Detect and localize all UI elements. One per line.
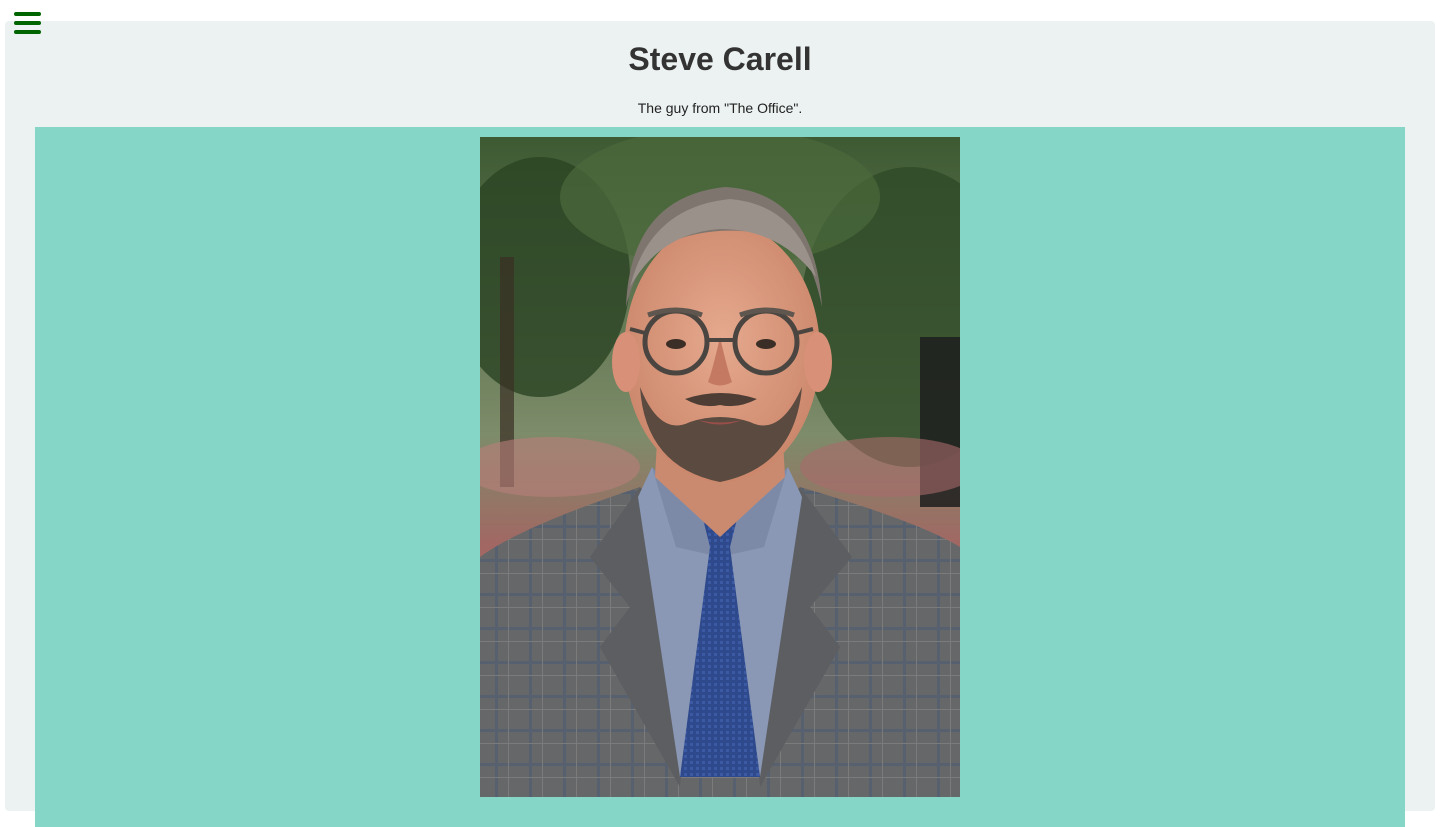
menu-bar-top (14, 12, 41, 16)
tribute-card: Steve Carell The guy from "The Office". (5, 21, 1435, 827)
menu-bar-bottom (14, 30, 41, 34)
portrait-image (480, 137, 960, 797)
hamburger-menu-icon[interactable] (14, 12, 41, 34)
page-title: Steve Carell (628, 41, 812, 77)
portrait-illustration (480, 137, 960, 797)
menu-bar-middle (14, 21, 41, 25)
image-panel (35, 127, 1405, 827)
page-subtitle: The guy from "The Office". (637, 100, 803, 116)
